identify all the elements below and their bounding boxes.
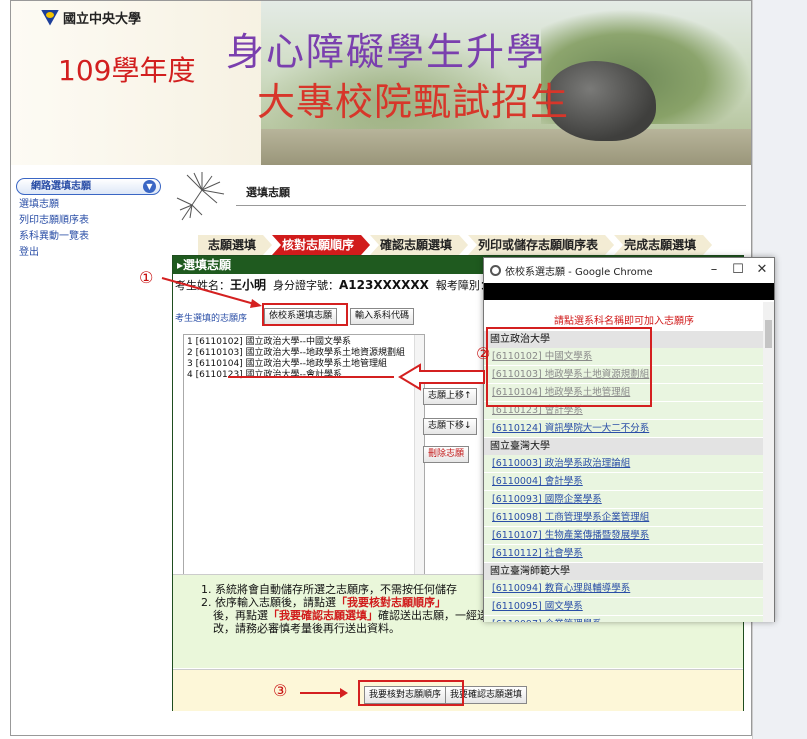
highlight-select-by-school	[262, 303, 348, 326]
close-icon[interactable]: ✕	[754, 262, 770, 277]
student-id: A123XXXXXX	[339, 278, 429, 292]
sidebar-header[interactable]: 網路選填志願 ▼	[16, 178, 161, 195]
university-name: 國立中央大學	[63, 12, 142, 27]
sidebar: 網路選填志願 ▼ 選填志願 列印志願順序表 系科異動一覽表 登出	[16, 178, 166, 259]
minimize-icon[interactable]: –	[706, 262, 722, 277]
address-bar[interactable]	[484, 283, 774, 300]
sidebar-item-select[interactable]: 選填志願	[19, 199, 166, 211]
page-title: 選填志願	[246, 186, 290, 199]
arrow-3-icon	[300, 688, 348, 698]
sidebar-item-logout[interactable]: 登出	[19, 247, 166, 259]
popup-title: 依校系選志願 - Google Chrome	[505, 267, 653, 278]
banner-title-line2: 大專校院甄試招生	[257, 80, 570, 124]
step-select: 志願選填	[198, 235, 272, 255]
highlight-added-depts	[486, 327, 652, 407]
list-item[interactable]: 3 [6110104] 國立政治大學--地政學系土地管理組	[187, 359, 421, 370]
popup-scrollbar[interactable]	[763, 302, 774, 622]
department-link[interactable]: [6110112] 社會學系	[484, 545, 764, 563]
annotation-1: ①	[139, 268, 154, 287]
department-link[interactable]: [6110003] 政治學系政治理論組	[484, 455, 764, 473]
pine-branch-icon	[176, 172, 225, 221]
move-down-button[interactable]: 志願下移↓	[423, 418, 477, 435]
step-progress: 志願選填 核對志願順序 確認志願選填 列印或儲存志願順序表 完成志願選填	[198, 235, 712, 255]
arrow-1-icon	[161, 277, 262, 308]
chrome-icon	[490, 265, 501, 276]
department-link[interactable]: [6110107] 生物產業傳播暨發展學系	[484, 527, 764, 545]
department-link[interactable]: [6110093] 國際企業學系	[484, 491, 764, 509]
title-divider	[236, 205, 746, 206]
maximize-icon[interactable]: ☐	[730, 262, 746, 277]
step-confirm: 確認志願選填	[370, 235, 468, 255]
annotation-3: ③	[273, 681, 288, 700]
school-select-popup: 依校系選志願 - Google Chrome – ☐ ✕ 請點選系科名稱即可加入…	[483, 257, 775, 622]
note-2-end: 改，請務必審慎考量後再行送出資料。	[213, 622, 400, 635]
volunteer-listbox[interactable]: 1 [6110102] 國立政治大學--中國文學系 2 [6110103] 國立…	[183, 334, 425, 576]
delete-volunteer-button[interactable]: 刪除志願	[423, 446, 470, 463]
department-link[interactable]: [6110124] 資訊學院大一大二不分系	[484, 420, 764, 438]
annotation-2: ②	[476, 344, 491, 363]
list-item[interactable]: 2 [6110103] 國立政治大學--地政學系土地資源規劃組	[187, 348, 421, 359]
banner: 國立中央大學 109學年度 身心障礙學生升學 大專校院甄試招生	[11, 1, 751, 165]
emblem-icon	[41, 9, 59, 26]
department-link[interactable]: [6110094] 教育心理與輔導學系	[484, 580, 764, 598]
chevron-down-icon[interactable]: ▼	[143, 180, 156, 193]
department-link[interactable]: [6110004] 會計學系	[484, 473, 764, 491]
sidebar-item-print[interactable]: 列印志願順序表	[19, 215, 166, 227]
department-link[interactable]: [6110098] 工商管理學系企業管理組	[484, 509, 764, 527]
department-link[interactable]: [6110097] 企業管理學系	[484, 616, 764, 622]
step-print: 列印或儲存志願順序表	[468, 235, 614, 255]
enter-code-button[interactable]: 輸入系科代碼	[350, 308, 415, 325]
university-logo: 國立中央大學	[41, 8, 141, 27]
list-item[interactable]: 1 [6110102] 國立政治大學--中國文學系	[187, 337, 421, 348]
highlight-verify-button	[358, 680, 464, 706]
step-complete: 完成志願選填	[614, 235, 712, 255]
step-verify-order: 核對志願順序	[272, 235, 370, 255]
school-header: 國立臺灣大學	[484, 438, 764, 455]
popup-hint: 請點選系科名稱即可加入志願序	[554, 316, 694, 327]
department-link[interactable]: [6110095] 國文學系	[484, 598, 764, 616]
sidebar-item-changes[interactable]: 系科異動一覽表	[19, 231, 166, 243]
sidebar-header-label: 網路選填志願	[31, 181, 91, 192]
popup-titlebar: 依校系選志願 - Google Chrome – ☐ ✕	[484, 258, 774, 283]
banner-title-line1: 身心障礙學生升學	[226, 30, 547, 74]
school-header: 國立臺灣師範大學	[484, 563, 764, 580]
arrow-2-icon	[398, 363, 485, 391]
annotation-underline	[228, 376, 394, 378]
academic-year: 109學年度	[58, 54, 196, 87]
